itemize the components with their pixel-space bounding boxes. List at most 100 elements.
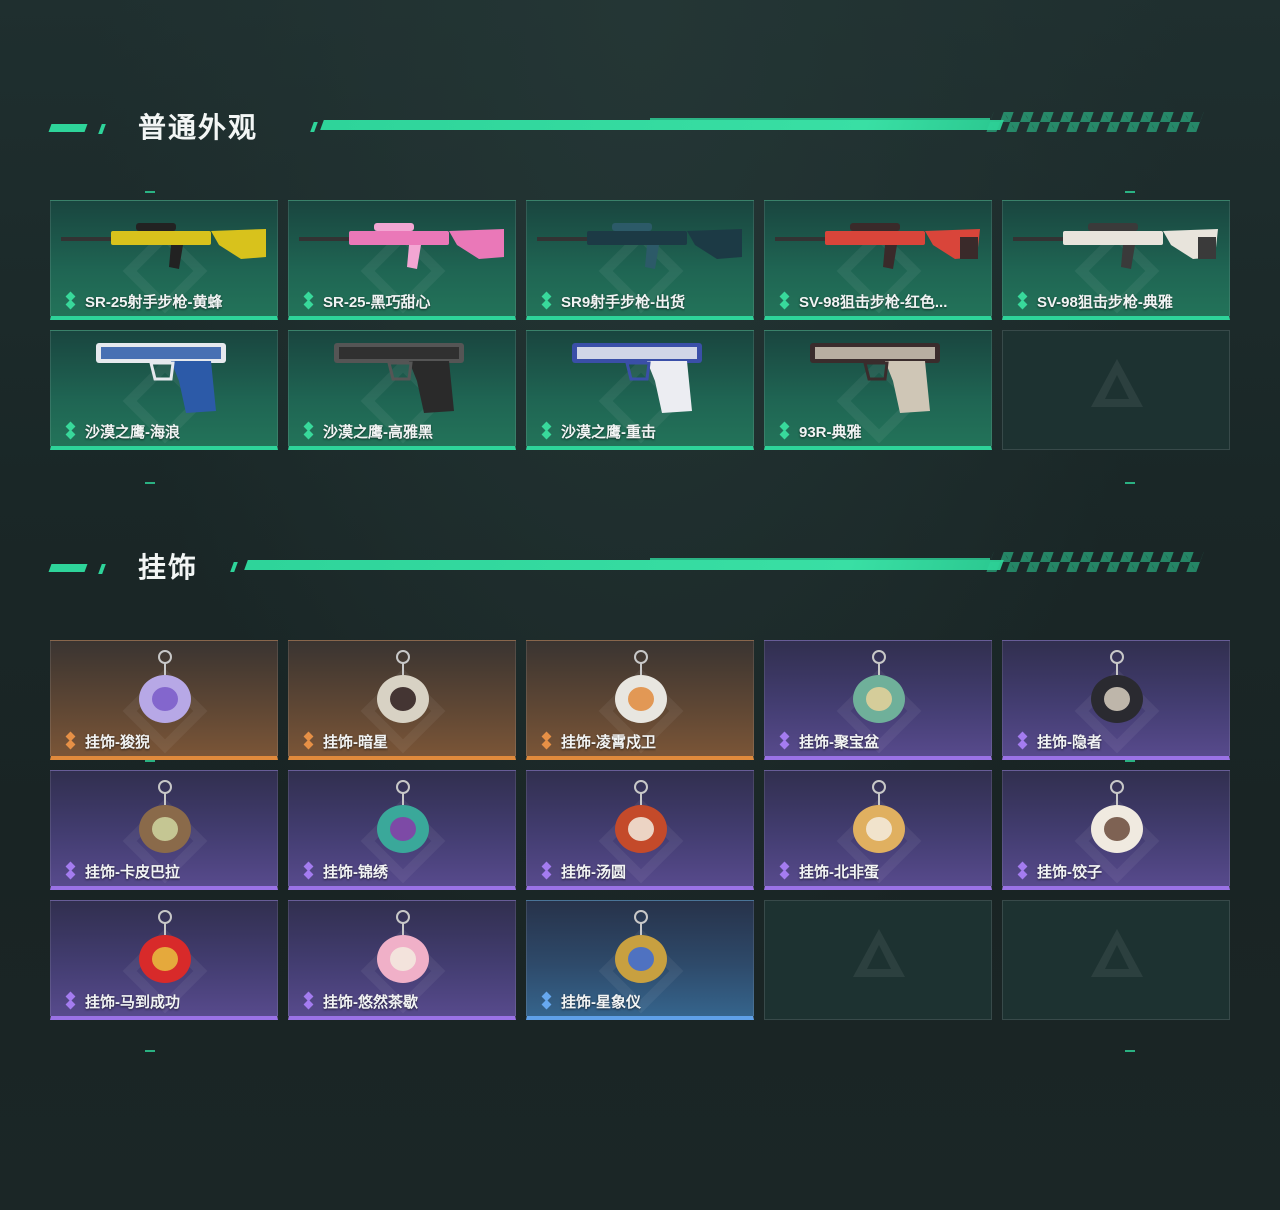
corner-tick <box>145 191 155 193</box>
tangyuan-charm-icon <box>615 780 667 853</box>
charm-card[interactable]: 挂饰-饺子 <box>1002 770 1230 890</box>
rarity-diamond-icon <box>63 293 79 309</box>
item-name: 沙漠之鹰-重击 <box>561 423 656 441</box>
item-name: 挂饰-马到成功 <box>85 993 180 1011</box>
corner-tick <box>1125 191 1135 193</box>
header-deco-slash <box>98 564 106 574</box>
item-label: SR9射手步枪-出货 <box>539 290 685 312</box>
skin-card[interactable]: SR-25-黑巧甜心 <box>288 200 516 320</box>
rarity-diamond-icon <box>63 863 79 879</box>
skin-card[interactable]: 沙漠之鹰-海浪 <box>50 330 278 450</box>
shakshuka-charm-icon <box>853 780 905 853</box>
capybara-charm-icon <box>139 780 191 853</box>
charm-card[interactable]: 挂饰-马到成功 <box>50 900 278 1020</box>
rarity-diamond-icon <box>777 293 793 309</box>
item-label: 挂饰-马到成功 <box>63 990 180 1012</box>
item-label: 93R-典雅 <box>777 420 862 442</box>
item-name: SR9射手步枪-出货 <box>561 293 686 311</box>
horse-charm-icon <box>139 910 191 983</box>
dumpling-charm-icon <box>1091 780 1143 853</box>
charm-card[interactable]: 挂饰-锦绣 <box>288 770 516 890</box>
item-name: 挂饰-凌霄戍卫 <box>561 733 656 751</box>
item-label: SR-25射手步枪-黄蜂 <box>63 290 223 312</box>
rifle-yellow-icon <box>61 223 266 269</box>
rarity-diamond-icon <box>63 733 79 749</box>
item-label: SR-25-黑巧甜心 <box>301 290 431 312</box>
item-label: 挂饰-汤圆 <box>539 860 626 882</box>
corner-tick <box>145 760 155 762</box>
header-progress-bar <box>244 560 1004 570</box>
charm-card[interactable]: 挂饰-北非蛋 <box>764 770 992 890</box>
item-name: SR-25射手步枪-黄蜂 <box>85 293 223 311</box>
item-label: 沙漠之鹰-海浪 <box>63 420 180 442</box>
item-label: 挂饰-饺子 <box>1015 860 1102 882</box>
corner-tick <box>1125 482 1135 484</box>
rarity-diamond-icon <box>539 423 555 439</box>
header-deco-block <box>48 564 88 572</box>
skin-card[interactable]: SR9射手步枪-出货 <box>526 200 754 320</box>
rarity-diamond-icon <box>777 863 793 879</box>
item-name: SV-98狙击步枪-典雅 <box>1037 293 1173 311</box>
charm-card[interactable]: 挂饰-狻猊 <box>50 640 278 760</box>
tarot-card-charm-icon <box>1091 650 1143 723</box>
placeholder-logo-icon <box>853 929 905 977</box>
rarity-diamond-icon <box>63 993 79 1009</box>
rarity-diamond-icon <box>539 733 555 749</box>
cupcake-charm-icon <box>377 910 429 983</box>
lion-charm-icon <box>139 650 191 723</box>
header-deco-slash <box>230 562 238 572</box>
astrolabe-charm-icon <box>615 910 667 983</box>
rarity-diamond-icon <box>539 993 555 1009</box>
charm-card[interactable]: 挂饰-隐者 <box>1002 640 1230 760</box>
butterfly-charm-icon <box>377 780 429 853</box>
item-label: 挂饰-卡皮巴拉 <box>63 860 180 882</box>
item-name: SR-25-黑巧甜心 <box>323 293 431 311</box>
charm-card[interactable]: 挂饰-聚宝盆 <box>764 640 992 760</box>
rarity-diamond-icon <box>539 863 555 879</box>
rarity-diamond-icon <box>301 423 317 439</box>
rifle-teal-icon <box>537 223 742 269</box>
section-header-charms: 挂饰 <box>48 550 1204 590</box>
skin-card[interactable]: SV-98狙击步枪-典雅 <box>1002 200 1230 320</box>
skin-card[interactable]: 沙漠之鹰-重击 <box>526 330 754 450</box>
skin-card[interactable]: 沙漠之鹰-高雅黑 <box>288 330 516 450</box>
empty-slot <box>764 900 992 1020</box>
item-name: 挂饰-暗星 <box>323 733 388 751</box>
rarity-diamond-icon <box>301 993 317 1009</box>
guard-charm-icon <box>615 650 667 723</box>
skin-card[interactable]: SR-25射手步枪-黄蜂 <box>50 200 278 320</box>
charm-card[interactable]: 挂饰-汤圆 <box>526 770 754 890</box>
charm-card[interactable]: 挂饰-星象仪 <box>526 900 754 1020</box>
item-name: 挂饰-悠然茶歇 <box>323 993 418 1011</box>
item-label: 挂饰-凌霄戍卫 <box>539 730 656 752</box>
rarity-diamond-icon <box>301 863 317 879</box>
item-name: 挂饰-汤圆 <box>561 863 626 881</box>
placeholder-logo-icon <box>1091 359 1143 407</box>
item-name: 挂饰-狻猊 <box>85 733 150 751</box>
corner-tick <box>1125 760 1135 762</box>
header-checker-pattern <box>986 552 1204 572</box>
item-name: 沙漠之鹰-海浪 <box>85 423 180 441</box>
empty-slot <box>1002 330 1230 450</box>
header-progress-bar <box>320 120 1004 130</box>
treasure-bowl-charm-icon <box>853 650 905 723</box>
corner-tick <box>1125 1050 1135 1052</box>
charm-card[interactable]: 挂饰-凌霄戍卫 <box>526 640 754 760</box>
section-header-skins: 普通外观 <box>48 110 1204 150</box>
item-label: 沙漠之鹰-高雅黑 <box>301 420 433 442</box>
header-deco-block <box>48 124 88 132</box>
item-label: 挂饰-聚宝盆 <box>777 730 879 752</box>
rarity-diamond-icon <box>1015 293 1031 309</box>
item-label: 挂饰-隐者 <box>1015 730 1102 752</box>
empty-slot <box>1002 900 1230 1020</box>
skin-card[interactable]: SV-98狙击步枪-红色... <box>764 200 992 320</box>
item-name: 挂饰-聚宝盆 <box>799 733 879 751</box>
charm-card[interactable]: 挂饰-卡皮巴拉 <box>50 770 278 890</box>
rarity-diamond-icon <box>777 423 793 439</box>
charm-card[interactable]: 挂饰-暗星 <box>288 640 516 760</box>
rarity-diamond-icon <box>301 293 317 309</box>
charm-card[interactable]: 挂饰-悠然茶歇 <box>288 900 516 1020</box>
skin-card[interactable]: 93R-典雅 <box>764 330 992 450</box>
rarity-diamond-icon <box>1015 863 1031 879</box>
item-name: 挂饰-锦绣 <box>323 863 388 881</box>
